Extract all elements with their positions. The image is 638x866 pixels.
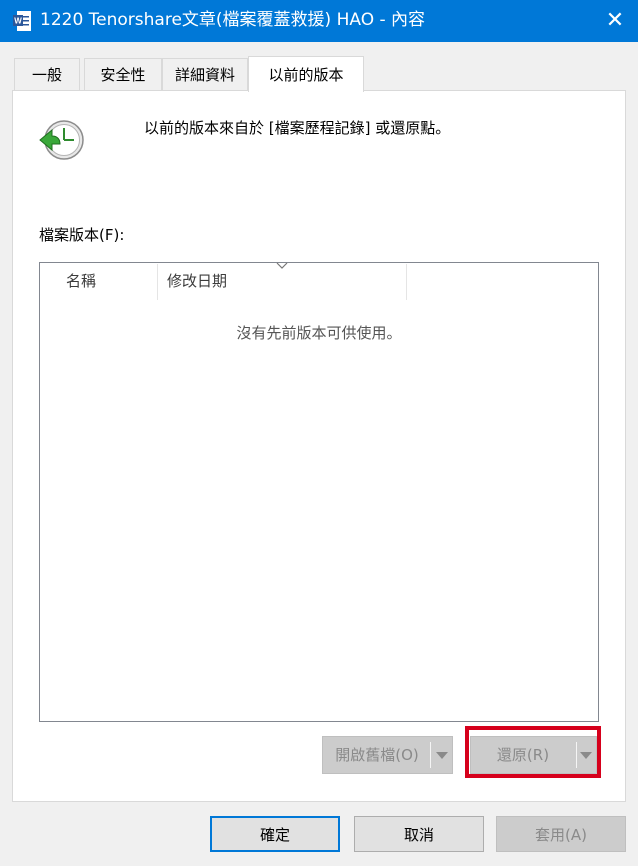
empty-list-message: 沒有先前版本可供使用。 <box>236 324 402 342</box>
open-button[interactable]: 開啟舊檔(O) <box>322 736 453 774</box>
cancel-button[interactable]: 取消 <box>354 816 484 852</box>
tab-previous-versions[interactable]: 以前的版本 <box>248 56 364 92</box>
tab-security[interactable]: 安全性 <box>84 58 162 90</box>
tab-general[interactable]: 一般 <box>14 58 80 90</box>
file-versions-label: 檔案版本(F): <box>39 226 125 244</box>
sort-chevron-down-icon <box>276 262 288 269</box>
split-divider <box>430 742 431 768</box>
open-dropdown-arrow-icon[interactable] <box>436 752 448 759</box>
restore-highlight-box <box>465 726 601 778</box>
column-divider[interactable] <box>406 264 407 300</box>
svg-text:W: W <box>14 17 22 26</box>
tab-details[interactable]: 詳細資料 <box>162 58 248 90</box>
open-button-label: 開啟舊檔(O) <box>335 746 419 764</box>
word-document-icon: W <box>13 11 31 31</box>
previous-versions-description: 以前的版本來自於 [檔案歷程記錄] 或還原點。 <box>144 119 451 137</box>
apply-button[interactable]: 套用(A) <box>496 816 626 852</box>
column-divider[interactable] <box>157 264 158 300</box>
window-title: 1220 Tenorshare文章(檔案覆蓋救援) HAO - 內容 <box>40 10 426 30</box>
close-button[interactable]: ✕ <box>592 0 638 42</box>
ok-button[interactable]: 確定 <box>210 816 340 852</box>
restore-clock-icon <box>39 120 84 160</box>
column-header-name[interactable]: 名稱 <box>66 263 156 299</box>
